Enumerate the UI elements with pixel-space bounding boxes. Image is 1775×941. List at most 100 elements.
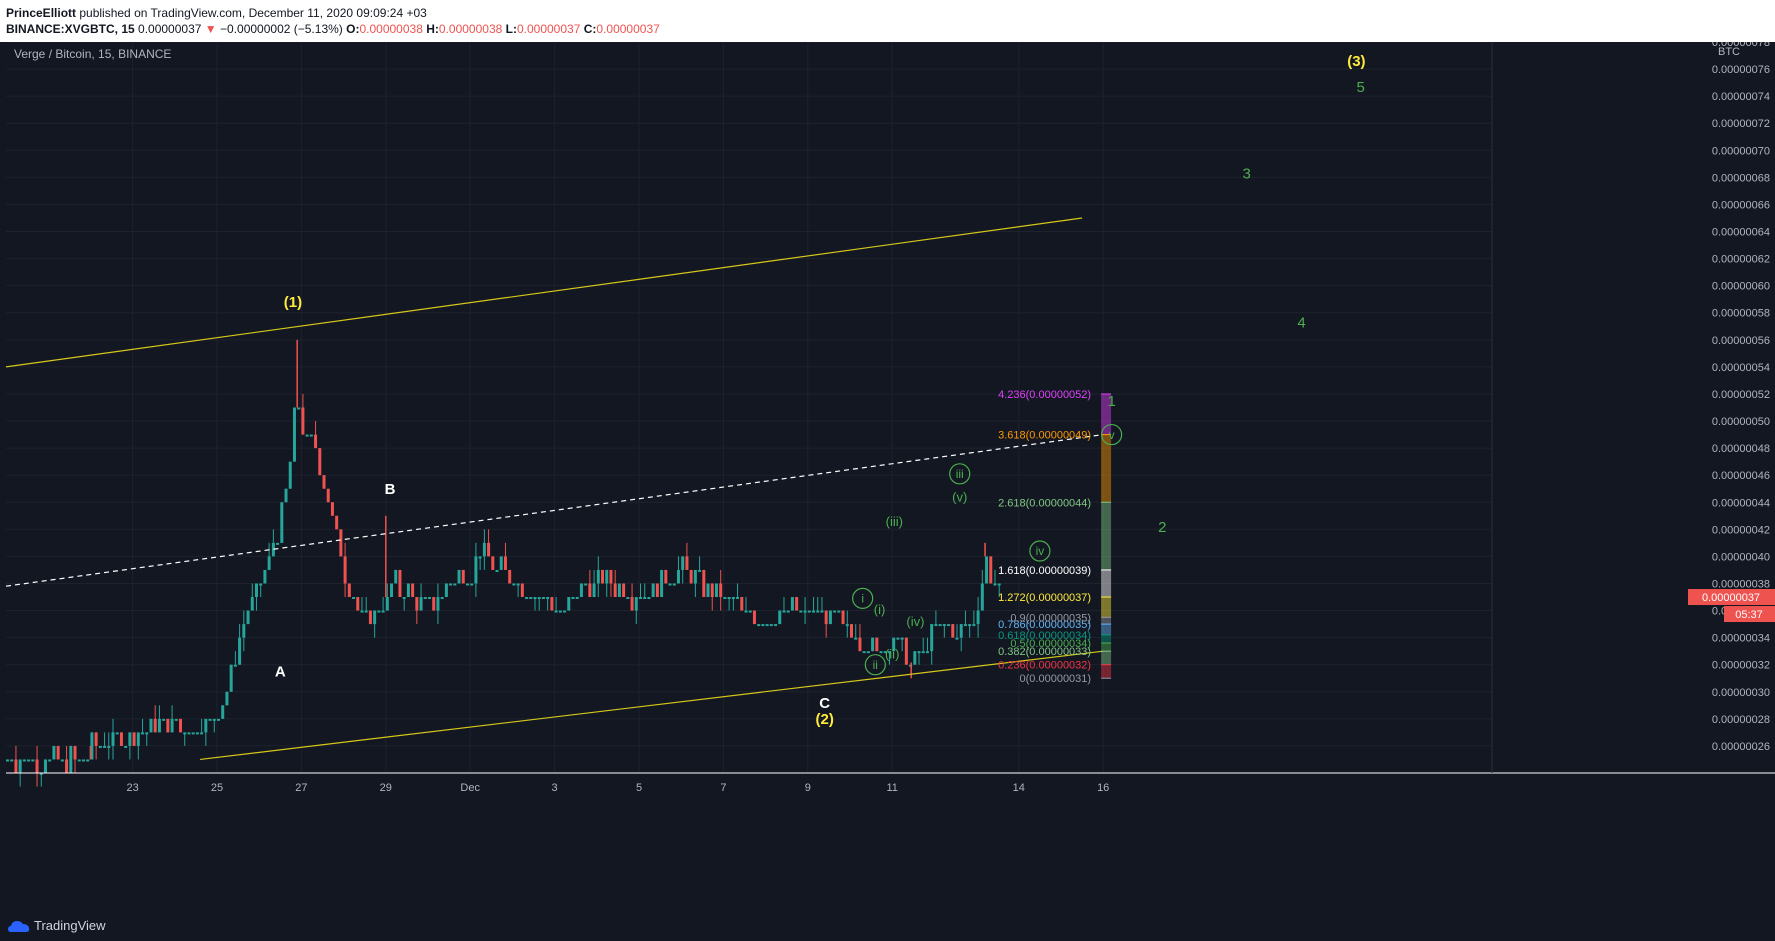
candle-body [934, 624, 938, 627]
currency-label: BTC [1718, 46, 1740, 58]
open-value: 0.00000038 [359, 22, 423, 36]
candle-body [297, 407, 301, 410]
fib-level-label: 1.272(0.00000037) [998, 592, 1091, 604]
fib-level-label: 3.618(0.00000049) [998, 430, 1091, 442]
candle-body [795, 597, 799, 611]
y-tick-label: 0.00000040 [1712, 551, 1770, 563]
candle-body [217, 718, 220, 721]
chart-area[interactable]: 0(0.00000031) 0.236(0.00000032) 0.382(0.00… [0, 37, 1775, 912]
candle-body [77, 759, 81, 762]
candle-body [368, 610, 372, 625]
y-tick-label: 0.00000056 [1712, 335, 1770, 347]
high-value: 0.00000038 [438, 22, 503, 36]
candle-body [592, 583, 596, 598]
publish-info: PrinceElliott published on TradingView.c… [6, 6, 427, 20]
candle-body [761, 624, 765, 627]
candle-body [22, 759, 26, 762]
candle-body [575, 597, 579, 600]
candle-body [48, 759, 52, 762]
candle-body [478, 556, 482, 559]
candle-body [170, 718, 174, 733]
candle-body [27, 759, 31, 762]
x-tick-label: 23 [126, 782, 138, 794]
candle-body [676, 569, 680, 584]
candle-body [335, 515, 339, 530]
candle-body [617, 583, 621, 598]
candle-body [790, 597, 794, 611]
candle-body [259, 583, 263, 586]
candle-body [212, 718, 216, 721]
candle-body [782, 610, 786, 613]
price-chart[interactable]: 0(0.00000031)0.236(0.00000032)0.382(0.00… [0, 37, 1775, 912]
fib-band [1101, 624, 1112, 635]
wave-label: (3) [1347, 53, 1365, 70]
author-name[interactable]: PrinceElliott [6, 6, 76, 20]
candle-body [499, 556, 503, 570]
candle-body [474, 556, 478, 584]
candle-body [727, 597, 731, 600]
candle-body [997, 583, 1001, 586]
wave-label: A [275, 664, 286, 681]
wave-label: v [1109, 428, 1115, 442]
fib-band [1101, 597, 1112, 618]
candle-body [465, 583, 469, 586]
candle-body [162, 718, 166, 721]
candle-body [263, 569, 267, 584]
x-tick-label: 3 [552, 782, 558, 794]
candle-body [495, 569, 499, 572]
candle-body [689, 569, 693, 584]
wave-label: ii [873, 658, 878, 672]
candle-body [377, 610, 381, 613]
trendline[interactable] [5, 217, 1083, 368]
x-tick-label: 16 [1097, 782, 1109, 794]
candle-body [807, 610, 811, 613]
fib-level-label: 0.618(0.00000034) [998, 630, 1091, 642]
candle-body [191, 732, 195, 735]
trendline[interactable] [200, 650, 1104, 761]
close-value: 0.00000037 [596, 22, 660, 36]
wave-label: iii [956, 467, 964, 481]
y-tick-label: 0.00000068 [1712, 172, 1770, 184]
candle-body [980, 583, 984, 611]
candle-body [710, 583, 714, 598]
candle-body [942, 624, 946, 627]
y-tick-label: 0.00000074 [1712, 91, 1770, 103]
candle-body [225, 691, 229, 706]
y-tick-label: 0.00000070 [1712, 145, 1770, 157]
candle-body [719, 583, 723, 598]
wave-label: 1 [1107, 393, 1115, 410]
candle-body [318, 448, 322, 476]
y-tick-label: 0.00000050 [1712, 416, 1770, 428]
cloud-icon [8, 920, 30, 932]
candle-body [904, 637, 908, 665]
candle-body [854, 637, 858, 640]
candle-body [436, 597, 440, 611]
candle-body [373, 610, 377, 625]
candle-body [993, 583, 997, 586]
candle-body [900, 637, 904, 640]
fib-band [1101, 617, 1112, 625]
candle-body [634, 597, 638, 611]
candle-body [115, 732, 119, 735]
candle-body [613, 583, 617, 598]
brand-name: TradingView [34, 918, 106, 933]
candle-body [229, 664, 233, 692]
y-tick-label: 0.00000076 [1712, 64, 1770, 76]
candle-body [461, 569, 465, 584]
candle-body [14, 759, 18, 773]
candle-body [98, 745, 102, 748]
candle-body [765, 624, 769, 627]
candle-body [440, 597, 444, 600]
candle-body [246, 610, 250, 625]
candle-body [630, 597, 634, 611]
chart-title: Verge / Bitcoin, 15, BINANCE [14, 47, 171, 61]
candle-body [86, 759, 90, 762]
y-tick-label: 0.00000044 [1712, 497, 1770, 509]
wave-label: 3 [1243, 166, 1251, 183]
candle-body [959, 624, 963, 638]
tradingview-logo[interactable]: TradingView [8, 918, 106, 933]
candle-body [820, 610, 824, 613]
candle-body [238, 637, 242, 665]
candle-body [516, 583, 520, 586]
y-tick-label: 0.00000060 [1712, 281, 1770, 293]
